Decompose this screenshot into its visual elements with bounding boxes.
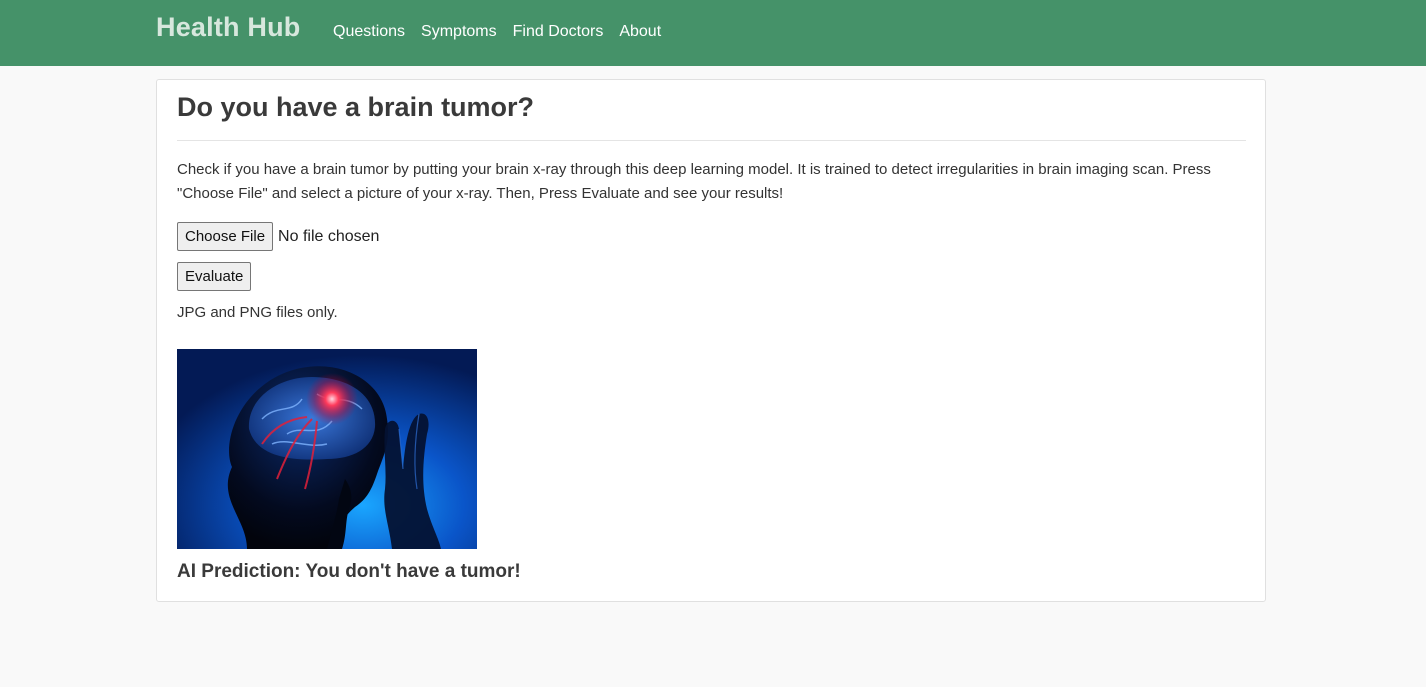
- nav-link-about[interactable]: About: [619, 22, 661, 42]
- navbar: Health Hub Questions Symptoms Find Docto…: [0, 0, 1426, 66]
- evaluate-button[interactable]: Evaluate: [177, 262, 252, 291]
- nav-link-symptoms[interactable]: Symptoms: [421, 22, 497, 42]
- file-status-text: No file chosen: [278, 227, 380, 245]
- nav-link-find-doctors[interactable]: Find Doctors: [513, 22, 604, 42]
- evaluate-row: Evaluate: [177, 262, 252, 291]
- choose-file-button[interactable]: Choose File: [177, 222, 274, 251]
- description-text: Check if you have a brain tumor by putti…: [177, 161, 1211, 202]
- brand-logo-link[interactable]: Health Hub: [156, 12, 301, 43]
- page-title: Do you have a brain tumor?: [177, 92, 535, 122]
- file-type-note: JPG and PNG files only.: [177, 304, 338, 321]
- main-card: Do you have a brain tumor? Check if you …: [156, 79, 1266, 602]
- nav-links: Questions Symptoms Find Doctors About: [333, 22, 677, 42]
- nav-link-questions[interactable]: Questions: [333, 22, 405, 42]
- title-divider: [177, 140, 1246, 141]
- file-input: Choose File No file chosen: [177, 222, 379, 251]
- brain-headache-image: [177, 349, 477, 549]
- ai-prediction-result: AI Prediction: You don't have a tumor!: [177, 561, 521, 582]
